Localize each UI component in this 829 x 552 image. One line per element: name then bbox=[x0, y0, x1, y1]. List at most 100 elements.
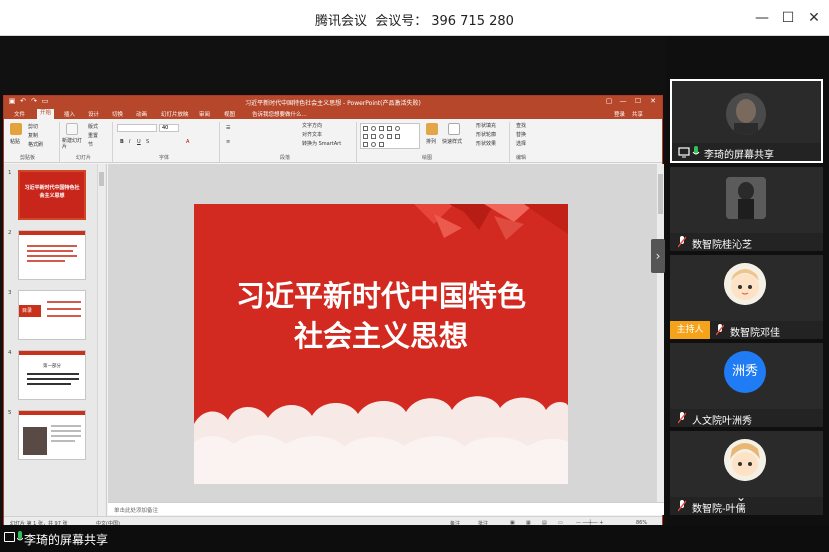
italic-button[interactable]: I bbox=[129, 139, 130, 145]
participant-name-row: 人文院叶洲秀 bbox=[670, 409, 823, 427]
replace-button[interactable]: 替换 bbox=[516, 131, 526, 138]
new-slide-icon[interactable] bbox=[66, 123, 78, 135]
rect-shape-icon[interactable] bbox=[387, 134, 392, 139]
ppt-maximize-button[interactable]: ☐ bbox=[633, 97, 643, 105]
avatar bbox=[724, 439, 766, 481]
minimize-button[interactable]: — bbox=[752, 8, 772, 28]
slide-number: 2 bbox=[8, 230, 12, 236]
shape-outline-button[interactable]: 形状轮廓 bbox=[476, 131, 496, 138]
rect-shape-icon[interactable] bbox=[379, 126, 384, 131]
format-painter-button[interactable]: 格式刷 bbox=[28, 141, 43, 148]
thumb1-title: 习近平新时代中国特色社会主义思想 bbox=[24, 185, 80, 199]
quick-styles-button[interactable]: 快速样式 bbox=[442, 138, 462, 145]
tab-slideshow[interactable]: 幻灯片放映 bbox=[161, 110, 189, 118]
tab-insert[interactable]: 插入 bbox=[64, 110, 75, 118]
slide-thumbnail-3[interactable]: 目录 bbox=[18, 290, 86, 340]
shadow-button[interactable]: S bbox=[146, 139, 149, 145]
bold-button[interactable]: B bbox=[120, 139, 124, 145]
maximize-button[interactable]: ☐ bbox=[778, 8, 798, 28]
paste-button[interactable]: 粘贴 bbox=[10, 138, 20, 145]
slide-scrollbar[interactable] bbox=[656, 164, 664, 502]
rect-shape-icon[interactable] bbox=[363, 134, 368, 139]
tab-review[interactable]: 审阅 bbox=[199, 110, 210, 118]
shapes-gallery[interactable] bbox=[360, 123, 420, 149]
tab-design[interactable]: 设计 bbox=[88, 110, 99, 118]
oval-shape-icon[interactable] bbox=[379, 134, 384, 139]
shape-fill-button[interactable]: 形状填充 bbox=[476, 122, 496, 129]
thumb-text-line bbox=[47, 301, 81, 303]
participant-tile[interactable]: 数智院桂沁芝 bbox=[670, 167, 823, 251]
font-color-button[interactable]: A bbox=[186, 139, 189, 145]
arrange-icon[interactable] bbox=[426, 123, 438, 135]
convert-smartart-button[interactable]: 转换为 SmartArt bbox=[302, 140, 341, 147]
rect-shape-icon[interactable] bbox=[371, 134, 376, 139]
ppt-close-button[interactable]: ✕ bbox=[648, 97, 658, 105]
section-button[interactable]: 节 bbox=[88, 141, 93, 148]
oval-shape-icon[interactable] bbox=[371, 126, 376, 131]
participant-tile[interactable]: 数智院-叶儒 bbox=[670, 431, 823, 515]
rect-shape-icon[interactable] bbox=[379, 142, 384, 147]
oval-shape-icon[interactable] bbox=[395, 126, 400, 131]
slide-thumbnail-1[interactable]: 习近平新时代中国特色社会主义思想 bbox=[18, 170, 86, 220]
meeting-id: 396 715 280 bbox=[431, 14, 514, 29]
collapse-panel-chevron-icon[interactable]: › bbox=[651, 239, 665, 273]
slide-thumbnail-4[interactable]: 第一部分 bbox=[18, 350, 86, 400]
font-size-value: 40 bbox=[162, 125, 169, 131]
thumb-text-line bbox=[27, 245, 77, 247]
ppt-title: 习近平新时代中国特色社会主义思想 - PowerPoint(产品激活失败) bbox=[245, 100, 421, 107]
text-direction-button[interactable]: 文字方向 bbox=[302, 122, 322, 129]
scrollbar-thumb[interactable] bbox=[99, 172, 104, 186]
ribbon-separator bbox=[112, 122, 113, 162]
arrange-button[interactable]: 排列 bbox=[426, 138, 436, 145]
tab-view[interactable]: 视图 bbox=[224, 110, 235, 118]
thumb-text-line bbox=[27, 260, 65, 262]
align-left-button[interactable]: ≡ bbox=[226, 139, 230, 145]
bullets-button[interactable]: ☰ bbox=[226, 125, 230, 131]
notes-pane[interactable]: 单击此处添加备注 bbox=[108, 502, 664, 515]
copy-button[interactable]: 复制 bbox=[28, 132, 38, 139]
scroll-down-chevron-icon[interactable]: ⌄ bbox=[736, 490, 746, 504]
shape-effects-button[interactable]: 形状效果 bbox=[476, 140, 496, 147]
paste-icon[interactable] bbox=[10, 123, 22, 135]
current-slide[interactable]: 习近平新时代中国特色 社会主义思想 bbox=[194, 204, 568, 484]
find-button[interactable]: 查找 bbox=[516, 122, 526, 129]
ribbon-options-icon[interactable]: ▢ bbox=[604, 97, 614, 105]
oval-shape-icon[interactable] bbox=[371, 142, 376, 147]
ribbon-separator bbox=[219, 122, 220, 162]
tab-file[interactable]: 文件 bbox=[14, 110, 25, 118]
slide-title-line-1: 习近平新时代中国特色 bbox=[235, 279, 526, 313]
slide-thumbnail-2[interactable] bbox=[18, 230, 86, 280]
tab-animations[interactable]: 动画 bbox=[136, 110, 147, 118]
share-button[interactable]: 共享 bbox=[632, 110, 643, 118]
new-slide-button[interactable]: 新建幻灯片 bbox=[62, 138, 84, 150]
participant-tile[interactable]: 洲秀 人文院叶洲秀 bbox=[670, 343, 823, 427]
close-button[interactable]: ✕ bbox=[804, 8, 824, 28]
participant-tile[interactable]: 主持人 数智院邓佳 bbox=[670, 255, 823, 339]
reset-button[interactable]: 重置 bbox=[88, 132, 98, 139]
thumbnail-scrollbar[interactable] bbox=[97, 164, 105, 518]
quick-styles-icon[interactable] bbox=[448, 123, 460, 135]
rect-shape-icon[interactable] bbox=[363, 126, 368, 131]
tell-me-search[interactable]: 告诉我您想要做什么... bbox=[252, 110, 307, 118]
cut-button[interactable]: 剪切 bbox=[28, 123, 38, 130]
font-size-select[interactable]: 40 bbox=[159, 124, 179, 132]
select-button[interactable]: 选择 bbox=[516, 140, 526, 147]
slide-thumbnail-5[interactable] bbox=[18, 410, 86, 460]
tab-home[interactable]: 开始 bbox=[37, 109, 55, 119]
slide-number: 1 bbox=[8, 170, 12, 176]
screen-share-icon bbox=[678, 147, 690, 158]
login-link[interactable]: 登录 bbox=[614, 110, 625, 118]
align-text-button[interactable]: 对齐文本 bbox=[302, 131, 322, 138]
thumb-text-line bbox=[51, 425, 81, 427]
rect-shape-icon[interactable] bbox=[387, 126, 392, 131]
underline-button[interactable]: U bbox=[137, 139, 141, 145]
bottom-status-bar: 李琦的屏幕共享 bbox=[0, 525, 829, 552]
layout-button[interactable]: 版式 bbox=[88, 123, 98, 130]
scrollbar-thumb[interactable] bbox=[658, 174, 663, 214]
rect-shape-icon[interactable] bbox=[363, 142, 368, 147]
tab-transitions[interactable]: 切换 bbox=[112, 110, 123, 118]
rect-shape-icon[interactable] bbox=[395, 134, 400, 139]
participant-tile[interactable]: 李琦的屏幕共享 bbox=[670, 79, 823, 163]
font-name-select[interactable] bbox=[117, 124, 157, 132]
ppt-minimize-button[interactable]: — bbox=[618, 97, 628, 105]
